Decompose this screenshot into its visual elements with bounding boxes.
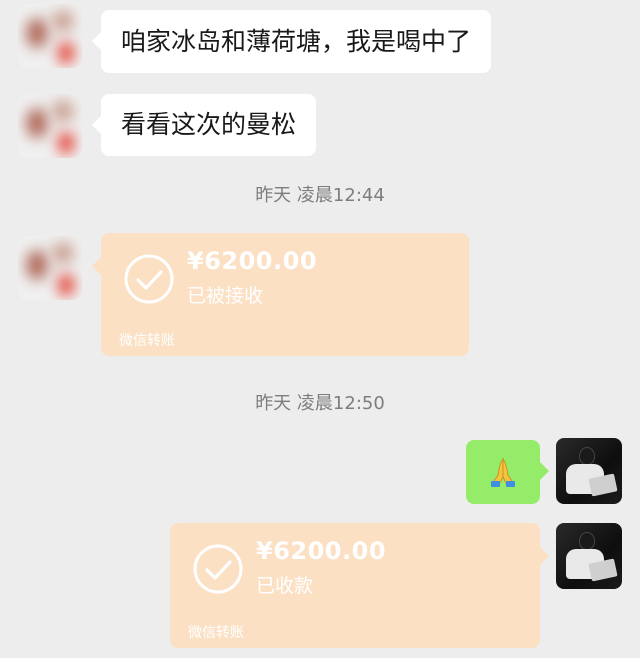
contact-avatar[interactable] [18,236,82,300]
transfer-card[interactable]: ¥6200.00 已收款 微信转账 [170,523,549,648]
outgoing-message[interactable] [466,440,549,504]
transfer-card[interactable]: ¥6200.00 已被接收 微信转账 [92,233,469,356]
transfer-footer: 微信转账 [119,333,175,349]
user-avatar[interactable] [556,523,622,589]
transfer-amount: ¥6200.00 [187,247,318,275]
check-circle-icon [124,254,174,304]
message-timestamp: 昨天 凌晨12:44 [255,185,385,206]
transfer-amount: ¥6200.00 [256,537,387,565]
message-timestamp: 昨天 凌晨12:50 [255,393,385,414]
message-text: 看看这次的曼松 [121,110,297,139]
user-avatar[interactable] [556,438,622,504]
incoming-message[interactable]: 咱家冰岛和薄荷塘，我是喝中了 [91,10,492,73]
incoming-message[interactable]: 看看这次的曼松 [91,94,317,156]
message-text: 咱家冰岛和薄荷塘，我是喝中了 [121,26,472,56]
transfer-footer: 微信转账 [188,625,244,641]
contact-avatar[interactable] [18,4,82,68]
check-circle-icon [193,544,243,594]
transfer-status: 已被接收 [187,285,264,307]
contact-avatar[interactable] [18,94,82,158]
folded-hands-icon [491,457,515,487]
transfer-status: 已收款 [256,575,314,597]
